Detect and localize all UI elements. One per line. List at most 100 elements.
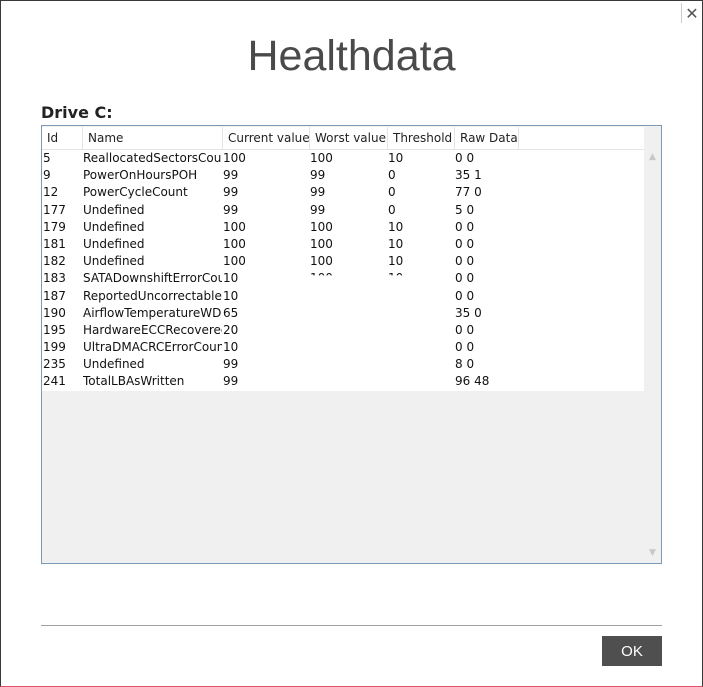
drive-label: Drive C: [41, 103, 113, 122]
col-current[interactable]: Current value [223, 127, 310, 149]
col-worst[interactable]: Worst value [310, 127, 388, 149]
cell-name: HardwareECCRecovered [83, 322, 222, 337]
cell-id: 181 [43, 236, 66, 251]
col-id[interactable]: Id [42, 127, 83, 149]
table-row[interactable]: 190 AirflowTemperatureWD 65 35 0 [42, 305, 644, 322]
cell-threshold [388, 373, 454, 390]
cell-raw: 0 0 [455, 340, 475, 355]
cell-raw: 0 0 [455, 254, 475, 269]
cell-worst [310, 356, 387, 373]
cell-threshold: 0 [388, 185, 396, 200]
cell-threshold [388, 288, 454, 305]
cell-id: 190 [43, 305, 66, 320]
table-body: 5 ReallocatedSectorsCoun 100 100 10 0 0 9 Power… [42, 150, 644, 391]
scroll-down-icon[interactable]: ▼ [644, 548, 661, 558]
table-row[interactable]: 182 Undefined 100 100 10 0 0 [42, 253, 644, 270]
cell-worst: 100 [310, 271, 333, 286]
cell-id: 5 [43, 151, 51, 165]
cell-worst: 99 [310, 185, 326, 200]
cell-threshold: 10 [388, 254, 404, 269]
cell-id: 12 [43, 185, 59, 200]
cell-id: 177 [43, 202, 66, 217]
cell-id: 195 [43, 322, 66, 337]
cell-name: SATADownshiftErrorCou [83, 271, 222, 286]
cell-current: 65 [223, 305, 239, 320]
cell-name: Undefined [83, 254, 145, 269]
cell-current: 10 [223, 288, 239, 303]
cell-raw: 0 0 [455, 271, 475, 286]
cell-raw: 0 0 [455, 288, 475, 303]
cell-id: 179 [43, 219, 66, 234]
cell-threshold: 10 [388, 271, 404, 286]
cell-threshold: 10 [388, 151, 404, 165]
cell-current: 100 [223, 236, 246, 251]
cell-name: Undefined [83, 202, 145, 217]
scroll-up-icon[interactable]: ▲ [644, 152, 661, 162]
cell-raw: 0 0 [455, 219, 475, 234]
cell-id: 235 [43, 357, 66, 372]
table-row[interactable]: 183 SATADownshiftErrorCou 10 100 10 0 0 [42, 270, 644, 287]
cell-id: 182 [43, 254, 66, 269]
col-threshold[interactable]: Threshold [388, 127, 455, 149]
cell-raw: 5 0 [455, 202, 475, 217]
health-table: Id Name Current value Worst value Thresh… [41, 125, 662, 564]
close-icon[interactable]: ✕ [684, 3, 700, 25]
cell-raw: 96 48 [455, 374, 490, 389]
cell-current: 100 [223, 219, 246, 234]
cell-id: 9 [43, 168, 51, 183]
cell-threshold [388, 305, 454, 322]
cell-current: 99 [223, 357, 239, 372]
cell-name: PowerCycleCount [83, 185, 188, 200]
cell-threshold [388, 322, 454, 339]
cell-raw: 0 0 [455, 322, 475, 337]
cell-raw: 0 0 [455, 236, 475, 251]
cell-worst: 100 [310, 236, 333, 251]
cell-id: 187 [43, 288, 66, 303]
table-row[interactable]: 5 ReallocatedSectorsCoun 100 100 10 0 0 [42, 150, 644, 167]
col-name[interactable]: Name [83, 127, 223, 149]
cell-worst: 100 [310, 151, 333, 165]
table-row[interactable]: 181 Undefined 100 100 10 0 0 [42, 236, 644, 253]
cell-name: AirflowTemperatureWD [83, 305, 222, 320]
cell-current: 100 [223, 151, 246, 165]
cell-raw: 8 0 [455, 357, 475, 372]
cell-current: 99 [223, 168, 239, 183]
cell-worst [310, 373, 387, 390]
cell-name: TotalLBAsWritten [83, 374, 185, 389]
cell-name: PowerOnHoursPOH [83, 168, 198, 183]
cell-worst [310, 322, 387, 339]
cell-current: 20 [223, 322, 239, 337]
table-row[interactable]: 12 PowerCycleCount 99 99 0 77 0 [42, 184, 644, 201]
cell-current: 99 [223, 374, 239, 389]
cell-worst: 100 [310, 219, 333, 234]
table-row[interactable]: 187 ReportedUncorrectableE 10 0 0 [42, 288, 644, 305]
cell-id: 241 [43, 374, 66, 389]
cell-threshold: 0 [388, 168, 396, 183]
dialog-title: Healthdata [247, 32, 456, 80]
vertical-scrollbar[interactable]: ▲ ▼ [644, 126, 661, 563]
cell-raw: 0 0 [455, 151, 475, 165]
table-row[interactable]: 195 HardwareECCRecovered 20 0 0 [42, 322, 644, 339]
cell-raw: 77 0 [455, 185, 482, 200]
cell-worst: 99 [310, 168, 326, 183]
cell-worst [310, 339, 387, 356]
col-raw[interactable]: Raw Data [455, 127, 519, 149]
table-row[interactable]: 235 Undefined 99 8 0 [42, 356, 644, 373]
table-row[interactable]: 179 Undefined 100 100 10 0 0 [42, 219, 644, 236]
cell-current: 10 [223, 340, 239, 355]
cell-name: Undefined [83, 357, 145, 372]
table-row[interactable]: 177 Undefined 99 99 0 5 0 [42, 202, 644, 219]
table-row[interactable]: 9 PowerOnHoursPOH 99 99 0 35 1 [42, 167, 644, 184]
cell-worst: 100 [310, 254, 333, 269]
cell-raw: 35 1 [455, 168, 482, 183]
cell-worst [310, 288, 387, 305]
cell-name: UltraDMACRCErrorCoun [83, 340, 222, 355]
ok-button[interactable]: OK [602, 636, 662, 666]
cell-id: 183 [43, 271, 66, 286]
cell-threshold: 10 [388, 236, 404, 251]
cell-current: 10 [223, 271, 239, 286]
table-row[interactable]: 241 TotalLBAsWritten 99 96 48 [42, 373, 644, 390]
table-row[interactable]: 199 UltraDMACRCErrorCoun 10 0 0 [42, 339, 644, 356]
cell-threshold [388, 339, 454, 356]
cell-current: 99 [223, 185, 239, 200]
